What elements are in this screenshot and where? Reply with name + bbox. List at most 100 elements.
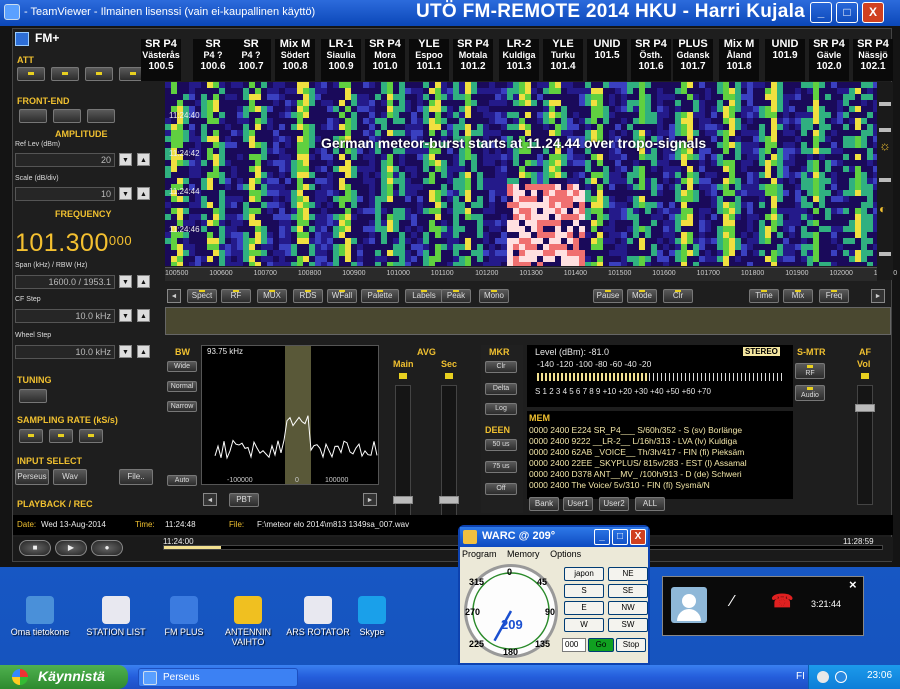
bw-wide-button[interactable]: Wide (167, 361, 197, 372)
tray-icon-2[interactable] (835, 671, 847, 683)
toolbar-pause-button[interactable]: Pause (593, 289, 623, 303)
input-perseus-button[interactable]: Perseus (15, 469, 49, 485)
station-label[interactable]: PLUS Gdansk 101.7 (673, 39, 713, 81)
deen-50us-button[interactable]: 50 us (485, 439, 517, 451)
toolbar-clr-button[interactable]: Clr (663, 289, 693, 303)
avg-main-slider[interactable] (393, 385, 413, 525)
desktop-icon[interactable]: Oma tietokone (4, 596, 76, 637)
span-down[interactable]: ▼ (119, 275, 132, 288)
station-label[interactable]: LR-2 Kuldiga 101.3 (499, 39, 539, 81)
warc-se-button[interactable]: SE (608, 584, 648, 598)
station-label[interactable]: Mix M Åland 101.8 (719, 39, 759, 81)
toolbar-peak-button[interactable]: Peak (441, 289, 471, 303)
station-label[interactable]: SR P4 ? 100.7 (231, 39, 271, 81)
cf-step-up[interactable]: ▲ (137, 309, 150, 322)
wheel-step-up[interactable]: ▲ (137, 345, 150, 358)
frequency-display[interactable]: 101.300000 (15, 229, 132, 258)
desktop-icon[interactable]: Skype (336, 596, 408, 637)
side-slider-1[interactable] (879, 102, 891, 106)
station-label[interactable]: UNID 101.9 (765, 39, 805, 81)
warc-ne-button[interactable]: NE (608, 567, 648, 581)
toolbar-mono-button[interactable]: Mono (479, 289, 509, 303)
station-label[interactable]: SR P4 Östh. 101.6 (631, 39, 671, 81)
toolbar-palette-button[interactable]: Palette (361, 289, 399, 303)
deen-off-button[interactable]: Off (485, 483, 517, 495)
mem-row[interactable]: 0000 2400 62AB _VOICE__ Th/3h/417 - FIN … (529, 447, 791, 458)
language-indicator[interactable]: FI (796, 671, 805, 682)
side-slider-4[interactable] (879, 252, 891, 256)
span-up[interactable]: ▲ (137, 275, 150, 288)
station-label[interactable]: SR P4 Gävle 102.0 (809, 39, 849, 81)
toolbar-labels-button[interactable]: Labels (405, 289, 443, 303)
station-label[interactable]: YLE Turku 101.4 (543, 39, 583, 81)
mem-row[interactable]: 0000 2400 The Voice/ 5v/310 - FIN (fi) S… (529, 480, 791, 491)
warc-sw-button[interactable]: SW (608, 618, 648, 632)
taskbar-perseus[interactable]: Perseus (138, 668, 298, 687)
maximize-button[interactable]: □ (836, 2, 858, 23)
warc-menu-memory[interactable]: Memory (507, 549, 540, 559)
desktop-icon[interactable]: ANTENNIN VAIHTO (212, 596, 284, 647)
toolbar-rds-button[interactable]: RDS (293, 289, 323, 303)
stop-button[interactable]: ■ (19, 540, 51, 556)
go-button[interactable]: Go (588, 638, 614, 652)
mute-mic-icon[interactable]: ∕ (731, 593, 734, 611)
hangup-icon[interactable]: ☎ (771, 591, 793, 612)
volume-slider[interactable] (855, 385, 875, 505)
sun-icon[interactable]: ☼ (879, 138, 891, 153)
pbt-left-button[interactable]: ◄ (203, 493, 217, 506)
file-button[interactable]: File.. (119, 469, 153, 485)
warc-menu-program[interactable]: Program (462, 549, 497, 559)
warc-e-button[interactable]: E (564, 601, 604, 615)
cf-step-down[interactable]: ▼ (119, 309, 132, 322)
warc-menu-options[interactable]: Options (550, 549, 581, 559)
smtr-audio-button[interactable]: Audio (795, 385, 825, 401)
span-value[interactable]: 1600.0 / 1953.1 (15, 275, 115, 289)
station-label[interactable]: UNID 101.5 (587, 39, 627, 81)
scale-up[interactable]: ▲ (137, 187, 150, 200)
side-slider-2[interactable] (879, 128, 891, 132)
warc-titlebar[interactable]: WARC @ 209° _ □ X (460, 527, 648, 547)
warc-w-button[interactable]: W (564, 618, 604, 632)
input-wav-button[interactable]: Wav (53, 469, 87, 485)
toolbar-rf-button[interactable]: RF (221, 289, 251, 303)
station-label[interactable]: SR P4 Västerås 100.5 (141, 39, 181, 81)
ref-lev-down[interactable]: ▼ (119, 153, 132, 166)
mem-all-button[interactable]: ALL (635, 497, 665, 511)
warc-nw-button[interactable]: NW (608, 601, 648, 615)
station-label[interactable]: SR P4 Motala 101.2 (453, 39, 493, 81)
mem-bank-button[interactable]: Bank (529, 497, 559, 511)
toolbar-spect-button[interactable]: Spect (187, 289, 217, 303)
start-button[interactable]: Käynnistä (0, 665, 128, 689)
toolbar-mix-button[interactable]: Mix (783, 289, 813, 303)
tray-icon-1[interactable] (817, 671, 829, 683)
cf-step-value[interactable]: 10.0 kHz (15, 309, 115, 323)
mem-row[interactable]: 0000 2400 D378 ANT__MV_ /100h/913 - D (d… (529, 469, 791, 480)
bw-auto-button[interactable]: Auto (167, 475, 197, 486)
frontend-button-1[interactable] (19, 109, 47, 123)
station-label[interactable]: YLE Espoo 101.1 (409, 39, 449, 81)
stop-rotator-button[interactable]: Stop (616, 638, 646, 652)
mem-row[interactable]: 0000 2400 9222 __LR-2__ L/16h/313 - LVA … (529, 436, 791, 447)
warc-japon-button[interactable]: japon (564, 567, 604, 581)
toolbar-mux-button[interactable]: MUX (257, 289, 287, 303)
avg-sec-slider[interactable] (439, 385, 459, 525)
station-label[interactable]: Mix M Södert 100.8 (275, 39, 315, 81)
toolbar-time-button[interactable]: Time (749, 289, 779, 303)
station-label[interactable]: SR P4 Mora 101.0 (365, 39, 405, 81)
mem-row[interactable]: 0000 2400 E224 SR_P4___ S/60h/352 - S (s… (529, 425, 791, 436)
frontend-button-2[interactable] (53, 109, 81, 123)
wheel-step-down[interactable]: ▼ (119, 345, 132, 358)
call-close-button[interactable]: × (849, 577, 857, 592)
sampling-button-2[interactable] (49, 429, 73, 443)
mkr-log-button[interactable]: Log (485, 403, 517, 415)
azimuth-input[interactable]: 000 (562, 638, 586, 652)
close-button[interactable]: X (862, 2, 884, 23)
side-slider-3[interactable] (879, 178, 891, 182)
mem-row[interactable]: 0000 2400 22EE _SKYPLUS/ 815v/283 - EST … (529, 458, 791, 469)
play-button[interactable]: ▶ (55, 540, 87, 556)
scale-value[interactable]: 10 (15, 187, 115, 201)
mem-user2-button[interactable]: User2 (599, 497, 629, 511)
warc-minimize[interactable]: _ (594, 529, 610, 545)
scroll-right-button[interactable]: ► (871, 289, 885, 303)
station-label[interactable]: SR P4 ? 100.6 (193, 39, 233, 81)
